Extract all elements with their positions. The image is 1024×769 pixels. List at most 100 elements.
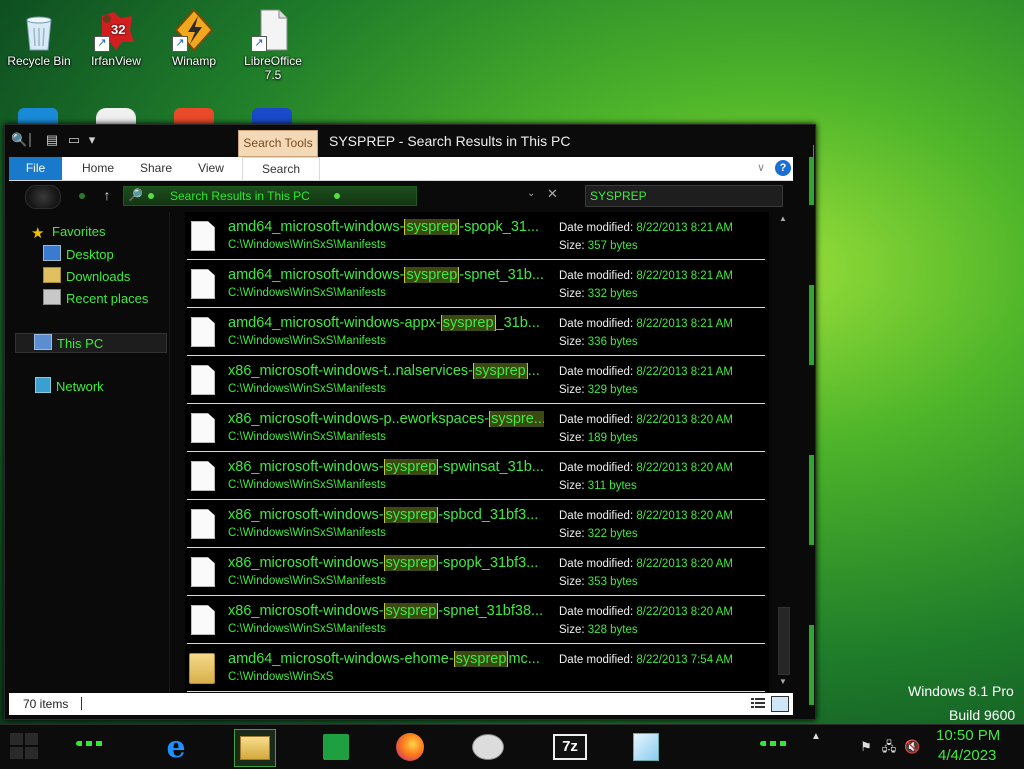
result-path: C:\Windows\WinSxS\Manifests <box>228 383 386 395</box>
scrollbar-thumb[interactable] <box>778 607 790 675</box>
os-edition: Windows 8.1 Pro <box>908 683 1014 699</box>
tab-search[interactable]: Search <box>242 157 320 180</box>
computer-icon <box>34 334 52 350</box>
result-name: x86_microsoft-windows-t..nalservices-sys… <box>228 363 540 379</box>
window-glow-edge <box>809 455 814 545</box>
result-row[interactable]: amd64_microsoft-windows-appx-sysprep _31b… <box>187 308 765 356</box>
action-center-flag-icon[interactable]: ⚑ <box>858 739 874 755</box>
result-name: amd64_microsoft-windows-appx-sysprep _31b… <box>228 315 540 331</box>
result-date-modified: Date modified: 8/22/2013 7:54 AM <box>559 654 733 666</box>
new-folder-icon[interactable]: ▭ <box>67 133 81 147</box>
result-row[interactable]: x86_microsoft-windows-p..eworkspaces-sys… <box>187 404 765 452</box>
address-breadcrumb[interactable]: Search Results in This PC <box>170 189 310 203</box>
result-name: amd64_microsoft-windows-sysprep -spopk_31… <box>228 219 540 235</box>
desktop-icon-label: Winamp <box>171 54 216 68</box>
desktop-icon-winamp[interactable]: ↗ Winamp <box>156 8 232 68</box>
result-path: C:\Windows\WinSxS\Manifests <box>228 287 386 299</box>
store-taskbar-button[interactable] <box>316 729 356 765</box>
search-input[interactable] <box>588 187 766 204</box>
title-bar[interactable]: 🔍 ▤ ▭ ▾ Search Tools SYSPREP - Search Re… <box>5 125 813 157</box>
result-date-modified: Date modified: 8/22/2013 8:20 AM <box>559 558 733 570</box>
search-icon: 🔎 <box>128 188 143 202</box>
result-row[interactable]: amd64_microsoft-windows-sysprep -spnet_31… <box>187 260 765 308</box>
shortcut-arrow-icon: ↗ <box>172 36 188 52</box>
desktop-icon-irfanview[interactable]: 32 ↗ IrfanView <box>78 8 154 68</box>
result-path: C:\Windows\WinSxS <box>228 671 334 683</box>
file-icon <box>191 509 215 539</box>
forward-button[interactable] <box>79 193 85 199</box>
result-row[interactable]: amd64_microsoft-windows-sysprep -spopk_31… <box>187 212 765 260</box>
7zip-taskbar-button[interactable]: 7z <box>550 729 590 765</box>
clock-date[interactable]: 4/4/2023 <box>938 747 996 764</box>
volume-muted-icon[interactable]: 🔇 <box>904 739 920 755</box>
window-glow-edge <box>809 285 814 365</box>
pane-divider[interactable] <box>169 212 170 692</box>
result-row[interactable]: x86_microsoft-windows-sysprep -spnet_31bf… <box>187 596 765 644</box>
back-button[interactable] <box>25 185 61 209</box>
tab-home[interactable]: Home <box>73 157 123 180</box>
ribbon-tabs: File Home Share View Search ∨ ? <box>9 157 793 181</box>
result-path: C:\Windows\WinSxS\Manifests <box>228 479 386 491</box>
result-size: Size: 357 bytes <box>559 240 638 252</box>
desktop-icon-recycle-bin[interactable]: Recycle Bin <box>1 8 77 68</box>
result-row[interactable]: x86_microsoft-windows-t..nalservices-sys… <box>187 356 765 404</box>
up-arrow-icon[interactable]: ↑ <box>99 186 115 204</box>
search-tools-tab[interactable]: Search Tools <box>238 130 318 157</box>
help-icon[interactable]: ? <box>775 160 791 176</box>
clock-time[interactable]: 10:50 PM <box>936 727 1000 744</box>
address-bar[interactable]: 🔎 Search Results in This PC <box>123 186 417 206</box>
start-button[interactable] <box>10 733 40 761</box>
sidebar-item-label: Desktop <box>66 247 114 262</box>
result-name: amd64_microsoft-windows-sysprep -spnet_31… <box>228 267 544 283</box>
window-glow-edge <box>809 625 814 705</box>
search-box[interactable] <box>585 185 783 207</box>
explorer-window[interactable]: 🔍 ▤ ▭ ▾ Search Tools SYSPREP - Search Re… <box>4 124 816 720</box>
result-date-modified: Date modified: 8/22/2013 8:20 AM <box>559 414 733 426</box>
result-name: x86_microsoft-windows-sysprep -spwinsat_3… <box>228 459 544 475</box>
search-highlight: sysprep <box>453 651 509 667</box>
result-row[interactable]: x86_microsoft-windows-sysprep -spwinsat_3… <box>187 452 765 500</box>
tab-file[interactable]: File <box>9 157 62 180</box>
result-size: Size: 189 bytes <box>559 432 638 444</box>
desktop-icon-libreoffice[interactable]: ↗ LibreOffice 7.5 <box>235 8 311 82</box>
tab-share[interactable]: Share <box>133 157 179 180</box>
address-history-chevron-icon[interactable]: ⌄ <box>527 188 535 199</box>
customize-toolbar-icon[interactable]: ▾ <box>85 133 99 147</box>
paint-taskbar-button[interactable] <box>468 729 508 765</box>
scroll-down-arrow-icon[interactable]: ▼ <box>777 677 789 686</box>
sidebar-item-favorites[interactable]: ★ Favorites <box>31 223 105 241</box>
tab-view[interactable]: View <box>189 157 233 180</box>
show-hidden-icons-chevron-icon[interactable]: ▲ <box>808 729 824 745</box>
notes-taskbar-button[interactable] <box>626 729 666 765</box>
scroll-up-arrow-icon[interactable]: ▲ <box>777 214 789 223</box>
sidebar-item-recent-places[interactable]: Recent places <box>43 289 148 307</box>
expand-ribbon-chevron-icon[interactable]: ∨ <box>757 161 765 174</box>
result-date-modified: Date modified: 8/22/2013 8:21 AM <box>559 222 733 234</box>
sidebar-item-desktop[interactable]: Desktop <box>43 245 114 263</box>
vertical-scrollbar[interactable]: ▲ ▼ <box>777 212 790 692</box>
os-build: Build 9600 <box>949 707 1016 723</box>
result-row[interactable]: x86_microsoft-windows-sysprep -spbcd_31bf… <box>187 500 765 548</box>
result-row[interactable]: amd64_microsoft-windows-ehome-sysprep mc.… <box>187 644 765 692</box>
irfanview-icon: 32 ↗ <box>94 8 138 52</box>
sidebar-item-network[interactable]: Network <box>35 377 104 395</box>
result-name: x86_microsoft-windows-sysprep -spbcd_31bf… <box>228 507 539 523</box>
properties-icon[interactable]: ▤ <box>45 133 59 147</box>
close-search-icon[interactable]: ✕ <box>547 186 558 202</box>
search-highlight: syspre... <box>489 411 544 427</box>
sidebar-item-this-pc[interactable]: This PC <box>15 333 167 353</box>
network-tray-icon[interactable]: 🖧 <box>881 739 897 755</box>
details-view-icon[interactable] <box>751 697 765 709</box>
desktop-icon-label: IrfanView <box>91 54 141 68</box>
result-name: amd64_microsoft-windows-ehome-sysprep mc.… <box>228 651 540 667</box>
ie-taskbar-button[interactable]: e <box>156 729 196 765</box>
file-explorer-taskbar-button[interactable] <box>234 729 276 767</box>
sidebar-item-downloads[interactable]: Downloads <box>43 267 130 285</box>
result-row[interactable]: x86_microsoft-windows-sysprep -spopk_31bf… <box>187 548 765 596</box>
tiles-view-icon[interactable] <box>771 696 789 712</box>
store-icon <box>323 734 349 760</box>
firefox-taskbar-button[interactable] <box>390 729 430 765</box>
result-date-modified: Date modified: 8/22/2013 8:20 AM <box>559 510 733 522</box>
paint-palette-icon <box>472 734 504 760</box>
result-size: Size: 328 bytes <box>559 624 638 636</box>
